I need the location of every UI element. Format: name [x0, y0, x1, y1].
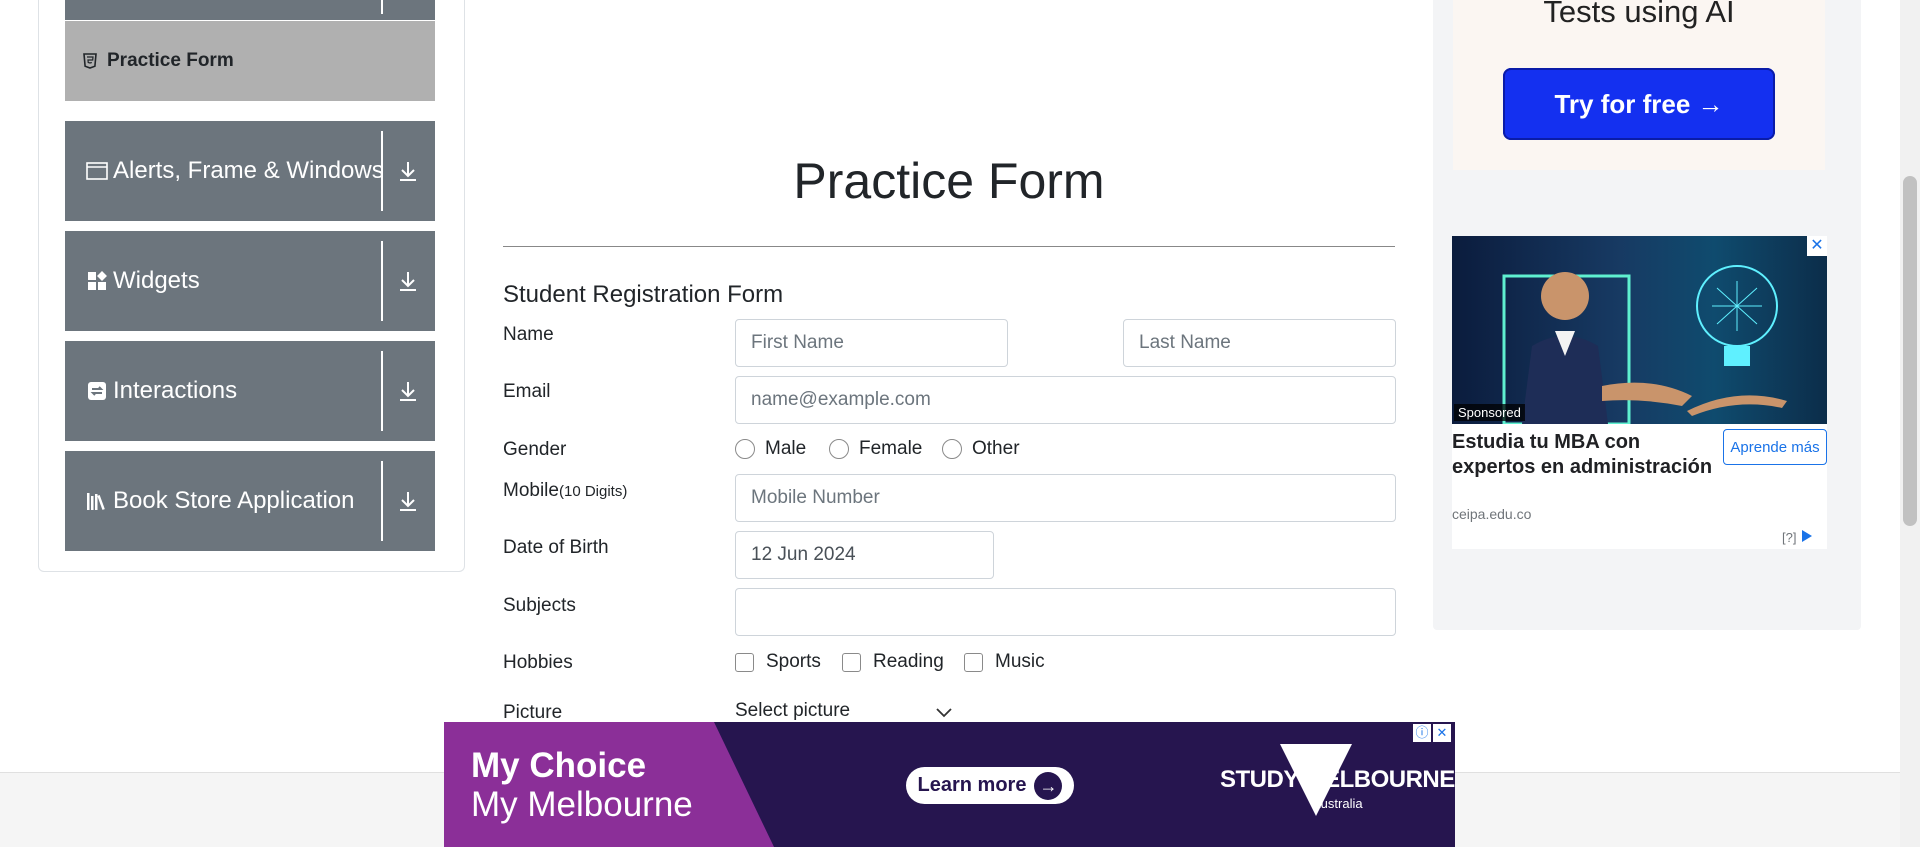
- ad-photo-illustration: [1502, 265, 1787, 424]
- banner-ad-controls[interactable]: ⓘ ✕: [1413, 724, 1451, 742]
- download-icon[interactable]: [391, 481, 425, 521]
- download-icon[interactable]: [391, 151, 425, 191]
- window-icon: [85, 162, 109, 180]
- hobby-checkbox-music[interactable]: Music: [964, 651, 1045, 673]
- books-icon: [85, 491, 109, 511]
- ad-info-label: [?]: [1782, 530, 1797, 545]
- html5-icon: [83, 53, 101, 69]
- checkbox-label: Music: [995, 651, 1045, 672]
- radio-button[interactable]: [829, 439, 849, 459]
- group-divider: [381, 351, 383, 431]
- checkbox-label: Reading: [873, 651, 944, 672]
- select-picture-label: Select picture: [735, 700, 851, 721]
- interactions-icon: [85, 381, 109, 401]
- radio-button[interactable]: [735, 439, 755, 459]
- ad-top-card[interactable]: Tests using AI Try for free →: [1453, 0, 1825, 170]
- close-icon[interactable]: ✕: [1433, 724, 1451, 742]
- picture-label: Picture: [503, 702, 563, 723]
- gender-radio-female[interactable]: Female: [829, 438, 922, 460]
- sidebar-group-label: Interactions: [113, 377, 238, 404]
- close-icon[interactable]: ✕: [1807, 236, 1827, 256]
- banner-line-1: My Choice: [471, 746, 647, 785]
- checkbox-label: Sports: [766, 651, 821, 672]
- hobbies-label: Hobbies: [503, 652, 573, 673]
- try-for-free-button[interactable]: Try for free →: [1503, 68, 1775, 140]
- radio-button[interactable]: [942, 439, 962, 459]
- download-icon[interactable]: [391, 371, 425, 411]
- learn-more-button[interactable]: Learn more →: [906, 767, 1074, 804]
- mobile-hint: (10 Digits): [558, 483, 628, 500]
- checkbox[interactable]: [964, 652, 983, 672]
- gender-label: Gender: [503, 439, 567, 460]
- email-label: Email: [503, 381, 551, 402]
- sidebar-group-book-store[interactable]: Book Store Application: [65, 451, 435, 551]
- mobile-input[interactable]: [735, 474, 1396, 522]
- subjects-label: Subjects: [503, 595, 576, 616]
- sidebar-group-alerts[interactable]: Alerts, Frame & Windows: [65, 121, 435, 221]
- name-label: Name: [503, 324, 554, 345]
- info-icon[interactable]: ⓘ: [1413, 724, 1431, 742]
- page-title: Practice Form: [793, 153, 1105, 209]
- first-name-input[interactable]: [735, 319, 1008, 367]
- date-of-birth-input[interactable]: [735, 531, 994, 579]
- sidebar-item-label: Practice Form: [107, 50, 234, 71]
- sidebar-group-label: Widgets: [113, 267, 200, 294]
- ad-title[interactable]: Estudia tu MBA con expertos en administr…: [1452, 430, 1722, 480]
- hobby-checkbox-sports[interactable]: Sports: [735, 651, 821, 673]
- radio-label: Female: [859, 438, 923, 459]
- adchoices-icon[interactable]: [1800, 529, 1814, 546]
- form-heading: Student Registration Form: [503, 281, 784, 308]
- banner-line-2: My Melbourne: [471, 785, 693, 824]
- group-divider: [381, 131, 383, 211]
- mobile-label-text: Mobile: [503, 480, 559, 501]
- learn-more-label: Learn more: [917, 774, 1027, 796]
- sidebar-group-label: Book Store Application: [113, 487, 355, 514]
- last-name-input[interactable]: [1123, 319, 1396, 367]
- gender-radio-male[interactable]: Male: [735, 438, 806, 460]
- study-melbourne-logo: STUDY MELBOURNE: [1220, 766, 1455, 793]
- dob-label: Date of Birth: [503, 537, 609, 558]
- download-icon[interactable]: [391, 261, 425, 301]
- sponsored-label: Sponsored: [1454, 404, 1525, 421]
- widgets-icon: [85, 271, 109, 291]
- email-input[interactable]: [735, 376, 1396, 424]
- select-picture-button[interactable]: Select picture: [735, 700, 952, 722]
- mobile-label: Mobile(10 Digits): [503, 480, 627, 502]
- sidebar-group-widgets[interactable]: Widgets: [65, 231, 435, 331]
- ad-image[interactable]: ✕ Sponsored: [1452, 236, 1827, 424]
- ad-headline: Tests using AI: [1543, 0, 1735, 29]
- scrollbar-thumb[interactable]: [1903, 176, 1917, 526]
- group-divider: [381, 0, 383, 14]
- group-divider: [381, 241, 383, 321]
- study-melbourne-sub: Australia: [1312, 796, 1363, 811]
- radio-label: Other: [972, 438, 1020, 459]
- ad-card-mba[interactable]: ✕ Sponsored Estudia tu MBA con expertos …: [1452, 236, 1827, 549]
- ad-info[interactable]: [?]: [1782, 529, 1814, 546]
- checkbox[interactable]: [735, 652, 754, 672]
- checkbox[interactable]: [842, 652, 861, 672]
- sidebar-group-forms-header[interactable]: [65, 0, 435, 20]
- group-divider: [381, 461, 383, 541]
- arrow-right-icon: →: [1034, 771, 1063, 800]
- sidebar-group-interactions[interactable]: Interactions: [65, 341, 435, 441]
- page-scrollbar[interactable]: [1900, 0, 1920, 847]
- sidebar-group-label: Alerts, Frame & Windows: [113, 157, 384, 184]
- ad-domain[interactable]: ceipa.edu.co: [1452, 506, 1531, 522]
- title-divider: [503, 246, 1395, 247]
- hobby-checkbox-reading[interactable]: Reading: [842, 651, 944, 673]
- aprende-mas-button[interactable]: Aprende más: [1723, 429, 1827, 465]
- sidebar-item-practice-form[interactable]: Practice Form: [65, 21, 435, 101]
- subjects-input[interactable]: [735, 588, 1396, 636]
- bottom-banner-ad[interactable]: My Choice My Melbourne Learn more → STUD…: [444, 722, 1455, 847]
- gender-radio-other[interactable]: Other: [942, 438, 1020, 460]
- radio-label: Male: [765, 438, 807, 459]
